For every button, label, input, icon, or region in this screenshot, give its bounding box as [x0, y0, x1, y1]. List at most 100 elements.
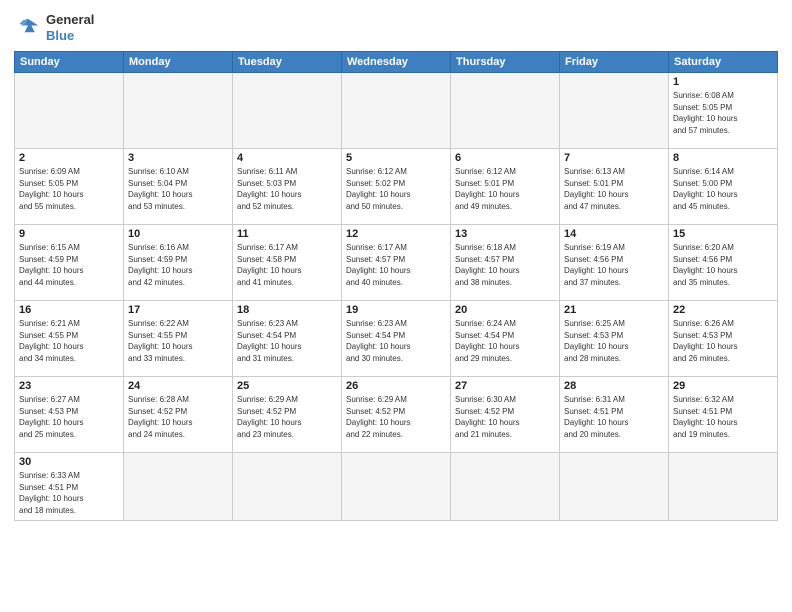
calendar-table: SundayMondayTuesdayWednesdayThursdayFrid…: [14, 51, 778, 520]
calendar-day-cell: 21 Sunrise: 6:25 AM Sunset: 4:53 PM Dayli…: [560, 301, 669, 377]
day-info: Sunrise: 6:26 AM Sunset: 4:53 PM Dayligh…: [673, 318, 773, 364]
calendar-header-cell: Friday: [560, 52, 669, 73]
calendar-day-cell: [560, 453, 669, 520]
calendar-day-cell: 13 Sunrise: 6:18 AM Sunset: 4:57 PM Dayli…: [451, 225, 560, 301]
day-info: Sunrise: 6:11 AM Sunset: 5:03 PM Dayligh…: [237, 166, 337, 212]
calendar-header-cell: Sunday: [15, 52, 124, 73]
day-number: 22: [673, 304, 773, 316]
day-info: Sunrise: 6:12 AM Sunset: 5:01 PM Dayligh…: [455, 166, 555, 212]
calendar-day-cell: 12 Sunrise: 6:17 AM Sunset: 4:57 PM Dayli…: [342, 225, 451, 301]
calendar-day-cell: 8Sunrise: 6:14 AM Sunset: 5:00 PM Daylig…: [669, 149, 778, 225]
day-info: Sunrise: 6:24 AM Sunset: 4:54 PM Dayligh…: [455, 318, 555, 364]
day-info: Sunrise: 6:20 AM Sunset: 4:56 PM Dayligh…: [673, 242, 773, 288]
day-info: Sunrise: 6:22 AM Sunset: 4:55 PM Dayligh…: [128, 318, 228, 364]
calendar-day-cell: 2 Sunrise: 6:09 AM Sunset: 5:05 PM Daylig…: [15, 149, 124, 225]
calendar-day-cell: 26Sunrise: 6:29 AM Sunset: 4:52 PM Dayli…: [342, 377, 451, 453]
day-number: 10: [128, 228, 228, 240]
calendar-day-cell: 24Sunrise: 6:28 AM Sunset: 4:52 PM Dayli…: [124, 377, 233, 453]
day-info: Sunrise: 6:32 AM Sunset: 4:51 PM Dayligh…: [673, 394, 773, 440]
calendar-day-cell: 15 Sunrise: 6:20 AM Sunset: 4:56 PM Dayli…: [669, 225, 778, 301]
day-info: Sunrise: 6:29 AM Sunset: 4:52 PM Dayligh…: [237, 394, 337, 440]
calendar-week-row: 16Sunrise: 6:21 AM Sunset: 4:55 PM Dayli…: [15, 301, 778, 377]
calendar-day-cell: 4 Sunrise: 6:11 AM Sunset: 5:03 PM Daylig…: [233, 149, 342, 225]
calendar-day-cell: 6 Sunrise: 6:12 AM Sunset: 5:01 PM Daylig…: [451, 149, 560, 225]
day-info: Sunrise: 6:27 AM Sunset: 4:53 PM Dayligh…: [19, 394, 119, 440]
day-number: 25: [237, 380, 337, 392]
calendar-week-row: 9 Sunrise: 6:15 AM Sunset: 4:59 PM Daylig…: [15, 225, 778, 301]
day-number: 6: [455, 152, 555, 164]
day-number: 11: [237, 228, 337, 240]
day-info: Sunrise: 6:30 AM Sunset: 4:52 PM Dayligh…: [455, 394, 555, 440]
calendar-day-cell: 25 Sunrise: 6:29 AM Sunset: 4:52 PM Dayli…: [233, 377, 342, 453]
day-number: 2: [19, 152, 119, 164]
calendar-day-cell: [342, 73, 451, 149]
calendar-day-cell: 1 Sunrise: 6:08 AM Sunset: 5:05 PM Daylig…: [669, 73, 778, 149]
calendar-header-row: SundayMondayTuesdayWednesdayThursdayFrid…: [15, 52, 778, 73]
calendar-day-cell: 28 Sunrise: 6:31 AM Sunset: 4:51 PM Dayli…: [560, 377, 669, 453]
page: General Blue SundayMondayTuesdayWednesda…: [0, 0, 792, 612]
day-info: Sunrise: 6:09 AM Sunset: 5:05 PM Dayligh…: [19, 166, 119, 212]
day-number: 4: [237, 152, 337, 164]
calendar-day-cell: 30 Sunrise: 6:33 AM Sunset: 4:51 PM Dayli…: [15, 453, 124, 520]
day-info: Sunrise: 6:17 AM Sunset: 4:58 PM Dayligh…: [237, 242, 337, 288]
calendar-day-cell: 14Sunrise: 6:19 AM Sunset: 4:56 PM Dayli…: [560, 225, 669, 301]
calendar-day-cell: [124, 453, 233, 520]
day-number: 30: [19, 456, 119, 468]
day-info: Sunrise: 6:08 AM Sunset: 5:05 PM Dayligh…: [673, 90, 773, 136]
day-info: Sunrise: 6:18 AM Sunset: 4:57 PM Dayligh…: [455, 242, 555, 288]
day-number: 24: [128, 380, 228, 392]
calendar-day-cell: 11 Sunrise: 6:17 AM Sunset: 4:58 PM Dayli…: [233, 225, 342, 301]
day-number: 5: [346, 152, 446, 164]
day-info: Sunrise: 6:31 AM Sunset: 4:51 PM Dayligh…: [564, 394, 664, 440]
day-info: Sunrise: 6:25 AM Sunset: 4:53 PM Dayligh…: [564, 318, 664, 364]
day-info: Sunrise: 6:23 AM Sunset: 4:54 PM Dayligh…: [237, 318, 337, 364]
calendar-day-cell: [342, 453, 451, 520]
calendar-day-cell: 3Sunrise: 6:10 AM Sunset: 5:04 PM Daylig…: [124, 149, 233, 225]
day-info: Sunrise: 6:13 AM Sunset: 5:01 PM Dayligh…: [564, 166, 664, 212]
day-number: 19: [346, 304, 446, 316]
header: General Blue: [14, 12, 778, 43]
day-info: Sunrise: 6:33 AM Sunset: 4:51 PM Dayligh…: [19, 470, 119, 516]
calendar-week-row: 2 Sunrise: 6:09 AM Sunset: 5:05 PM Daylig…: [15, 149, 778, 225]
day-number: 14: [564, 228, 664, 240]
day-info: Sunrise: 6:16 AM Sunset: 4:59 PM Dayligh…: [128, 242, 228, 288]
calendar-week-row: 1 Sunrise: 6:08 AM Sunset: 5:05 PM Daylig…: [15, 73, 778, 149]
calendar-day-cell: [669, 453, 778, 520]
calendar-day-cell: 20 Sunrise: 6:24 AM Sunset: 4:54 PM Dayli…: [451, 301, 560, 377]
day-number: 13: [455, 228, 555, 240]
day-info: Sunrise: 6:17 AM Sunset: 4:57 PM Dayligh…: [346, 242, 446, 288]
calendar-header-cell: Thursday: [451, 52, 560, 73]
calendar-day-cell: 19Sunrise: 6:23 AM Sunset: 4:54 PM Dayli…: [342, 301, 451, 377]
day-info: Sunrise: 6:15 AM Sunset: 4:59 PM Dayligh…: [19, 242, 119, 288]
calendar-week-row: 30 Sunrise: 6:33 AM Sunset: 4:51 PM Dayli…: [15, 453, 778, 520]
day-number: 15: [673, 228, 773, 240]
day-number: 8: [673, 152, 773, 164]
calendar-day-cell: [233, 73, 342, 149]
calendar-header-cell: Monday: [124, 52, 233, 73]
day-number: 1: [673, 76, 773, 88]
calendar-day-cell: 23Sunrise: 6:27 AM Sunset: 4:53 PM Dayli…: [15, 377, 124, 453]
calendar-day-cell: 10 Sunrise: 6:16 AM Sunset: 4:59 PM Dayli…: [124, 225, 233, 301]
day-number: 28: [564, 380, 664, 392]
calendar-day-cell: 5Sunrise: 6:12 AM Sunset: 5:02 PM Daylig…: [342, 149, 451, 225]
calendar-day-cell: 17Sunrise: 6:22 AM Sunset: 4:55 PM Dayli…: [124, 301, 233, 377]
calendar-header-cell: Saturday: [669, 52, 778, 73]
calendar-day-cell: 27 Sunrise: 6:30 AM Sunset: 4:52 PM Dayli…: [451, 377, 560, 453]
calendar-day-cell: [233, 453, 342, 520]
calendar-day-cell: [451, 73, 560, 149]
day-number: 12: [346, 228, 446, 240]
calendar-day-cell: 9 Sunrise: 6:15 AM Sunset: 4:59 PM Daylig…: [15, 225, 124, 301]
logo-text: General Blue: [46, 12, 94, 43]
calendar-day-cell: [15, 73, 124, 149]
calendar-body: 1 Sunrise: 6:08 AM Sunset: 5:05 PM Daylig…: [15, 73, 778, 520]
day-info: Sunrise: 6:21 AM Sunset: 4:55 PM Dayligh…: [19, 318, 119, 364]
day-number: 27: [455, 380, 555, 392]
day-number: 9: [19, 228, 119, 240]
day-number: 29: [673, 380, 773, 392]
calendar-day-cell: [560, 73, 669, 149]
logo: General Blue: [14, 12, 94, 43]
day-number: 20: [455, 304, 555, 316]
calendar-day-cell: [124, 73, 233, 149]
day-number: 18: [237, 304, 337, 316]
day-number: 21: [564, 304, 664, 316]
